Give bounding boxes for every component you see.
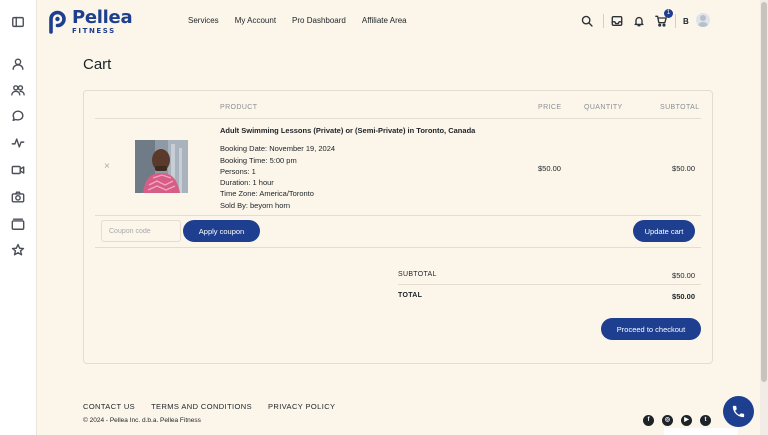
chat-icon[interactable]	[10, 108, 26, 124]
table-divider	[95, 247, 701, 248]
footer-strip	[664, 428, 738, 435]
cart-icon[interactable]: 1	[655, 9, 673, 28]
page-title: Cart	[83, 56, 112, 73]
totals-subtotal-value: $50.00	[672, 271, 695, 280]
remove-item-button[interactable]: ×	[104, 161, 110, 172]
albums-icon[interactable]	[10, 216, 26, 232]
footer-link-privacy[interactable]: PRIVACY POLICY	[268, 402, 335, 411]
column-header-subtotal: SUBTOTAL	[660, 104, 700, 111]
twitter-icon[interactable]: t	[700, 415, 711, 426]
activity-icon[interactable]	[10, 135, 26, 151]
camera-icon[interactable]	[10, 189, 26, 205]
youtube-icon[interactable]: ▶	[681, 415, 692, 426]
avatar[interactable]	[696, 13, 710, 27]
nav-services[interactable]: Services	[188, 16, 219, 25]
proceed-to-checkout-button[interactable]: Proceed to checkout	[601, 318, 701, 340]
product-name-link[interactable]: Adult Swimming Lessons (Private) or (Sem…	[220, 126, 475, 135]
table-divider	[95, 118, 701, 119]
page-scrollbar[interactable]	[760, 0, 768, 435]
time-zone: Time Zone: America/Toronto	[220, 189, 314, 198]
facebook-icon[interactable]: f	[643, 415, 654, 426]
brand-logo[interactable]: Pellea FITNESS	[47, 7, 133, 35]
pellea-logo-icon	[49, 10, 66, 34]
phone-icon	[732, 405, 745, 418]
totals-subtotal-label: SUBTOTAL	[398, 271, 437, 278]
totals-total-value: $50.00	[672, 292, 695, 301]
search-icon[interactable]	[581, 14, 595, 28]
bell-icon[interactable]	[633, 14, 647, 28]
nav-affiliate-area[interactable]: Affiliate Area	[362, 16, 407, 25]
totals-divider	[398, 284, 701, 285]
users-icon[interactable]	[10, 82, 26, 98]
item-subtotal: $50.00	[672, 164, 695, 173]
booking-date: Booking Date: November 19, 2024	[220, 144, 336, 153]
main-nav: Services My Account Pro Dashboard Affili…	[188, 16, 423, 25]
star-icon[interactable]	[10, 242, 26, 258]
cart-count-badge: 1	[664, 9, 673, 18]
scrollbar-thumb[interactable]	[761, 2, 767, 382]
coupon-code-input[interactable]	[101, 220, 181, 242]
nav-my-account[interactable]: My Account	[235, 16, 276, 25]
call-button[interactable]	[723, 396, 754, 427]
inbox-icon[interactable]	[611, 14, 625, 28]
left-sidebar	[0, 0, 37, 435]
footer-links: CONTACT US TERMS AND CONDITIONS PRIVACY …	[83, 402, 351, 411]
instagram-icon[interactable]: ◎	[662, 415, 673, 426]
column-header-product: PRODUCT	[220, 104, 258, 111]
totals-total-label: TOTAL	[398, 292, 423, 299]
item-price: $50.00	[538, 164, 561, 173]
product-thumbnail[interactable]	[135, 140, 188, 193]
user-initial[interactable]: B	[683, 17, 689, 26]
logo-name: Pellea	[72, 7, 133, 28]
duration: Duration: 1 hour	[220, 178, 274, 187]
column-header-quantity: QUANTITY	[584, 104, 623, 111]
footer-link-contact-us[interactable]: CONTACT US	[83, 402, 135, 411]
table-divider	[95, 215, 701, 216]
logo-subtitle: FITNESS	[72, 27, 116, 35]
sidebar-toggle-icon[interactable]	[10, 14, 26, 30]
nav-pro-dashboard[interactable]: Pro Dashboard	[292, 16, 346, 25]
apply-coupon-button[interactable]: Apply coupon	[183, 220, 260, 242]
video-icon[interactable]	[10, 162, 26, 178]
product-photo	[135, 140, 188, 193]
persons: Persons: 1	[220, 167, 256, 176]
booking-time: Booking Time: 5:00 pm	[220, 156, 297, 165]
column-header-price: PRICE	[538, 104, 562, 111]
header-divider	[675, 14, 676, 28]
header-divider	[603, 14, 604, 28]
copyright-text: © 2024 - Pellea Inc. d.b.a. Pellea Fitne…	[83, 417, 201, 424]
user-icon[interactable]	[10, 56, 26, 72]
footer-link-terms[interactable]: TERMS AND CONDITIONS	[151, 402, 252, 411]
update-cart-button[interactable]: Update cart	[633, 220, 695, 242]
sold-by: Sold By: beyorn horn	[220, 201, 291, 210]
